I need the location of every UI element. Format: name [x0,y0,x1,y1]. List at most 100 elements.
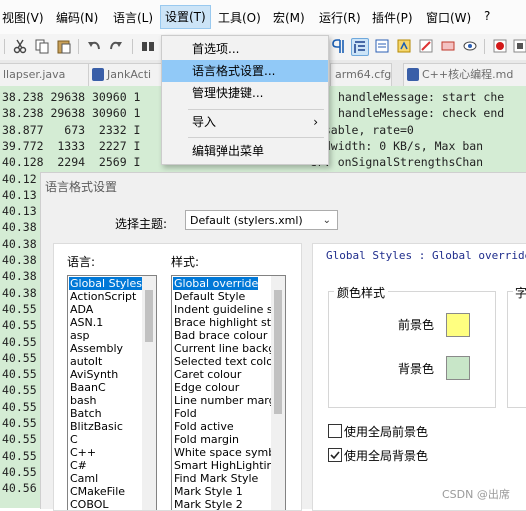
redo-icon[interactable] [108,38,124,54]
language-list-item[interactable]: Caml [69,472,98,485]
style-list-item[interactable]: Global override [173,277,259,290]
language-list-item[interactable]: ADA [69,303,93,316]
style-list-item[interactable]: White space symbo [173,446,282,459]
color-style-title: 颜色样式 [334,284,389,301]
language-list-item[interactable]: COBOL [69,498,108,510]
use-global-bg-label: 使用全局背景色 [344,449,429,463]
background-color-label: 背景色 [398,362,435,376]
language-list-item[interactable]: autoIt [69,355,102,368]
style-list-item[interactable]: Selected text colou [173,355,280,368]
eye-icon[interactable] [462,38,478,54]
use-global-fg-label: 使用全局前景色 [344,425,429,439]
show-symbol-icon[interactable] [330,38,346,54]
language-list-item[interactable]: C [69,433,78,446]
tab-file[interactable]: arm64.cfg [330,63,392,86]
style-list-item[interactable]: Fold [173,407,197,420]
copy-icon[interactable] [34,38,50,54]
menu-item-import[interactable]: 导入 › [162,111,328,133]
indent-guide-icon[interactable] [351,38,369,56]
style-list-item[interactable]: Indent guideline sty [173,303,283,316]
menu-view[interactable]: 视图(V) [2,9,44,26]
style-list-item[interactable]: Edge colour [173,381,239,394]
menu-item-shortcut-mapper[interactable]: 管理快捷键... [162,82,328,104]
language-list-item[interactable]: Batch [69,407,102,420]
editor-line-tail: andwidth: 0 KB/s, Max ban [310,138,484,153]
editor-line-tail: er: onSignalStrengthsChan [310,155,484,170]
style-list-item[interactable]: Brace highlight style [173,316,285,329]
undo-icon[interactable] [86,38,102,54]
language-list-item[interactable]: Global Styles [69,277,142,290]
language-list-item[interactable]: CMakeFile [69,485,125,498]
file-icon [407,68,419,81]
editor-line: 40.55 [2,464,37,479]
editor-line: 38.877 673 2332 I [2,122,141,137]
style-caption: Global Styles : Global override [326,249,526,262]
language-list-item[interactable]: ActionScript [69,290,136,303]
language-list-item[interactable]: bash [69,394,96,407]
menu-plugins[interactable]: 插件(P) [372,9,413,26]
menu-settings[interactable]: 设置(T) [160,5,211,29]
use-global-bg-checkbox[interactable] [328,448,342,462]
tab-label: C++核心编程.md [422,68,514,81]
menu-encoding[interactable]: 编码(N) [56,9,98,26]
language-list-item[interactable]: AviSynth [69,368,118,381]
style-list[interactable]: Global override Default Style Indent guide… [171,275,286,510]
style-list-item[interactable]: Find Mark Style [173,472,258,485]
editor-line: 40.38 [2,285,37,300]
menu-run[interactable]: 运行(R) [319,9,361,26]
language-list-item[interactable]: BaanC [69,381,106,394]
style-list-item[interactable]: Smart HighLighting [173,459,281,472]
menu-language[interactable]: 语言(L) [113,9,153,26]
style-scrollbar[interactable] [271,276,285,510]
style-list-item[interactable]: Bad brace colour [173,329,267,342]
tab-file[interactable]: C++核心编程.md [403,63,526,86]
style-list-item[interactable]: Mark Style 2 [173,498,243,510]
menu-window[interactable]: 窗口(W) [426,9,471,26]
use-global-fg-checkbox[interactable] [328,424,342,438]
tab-label: llapser.java [3,68,66,81]
function-list-icon[interactable] [396,38,412,54]
language-list-item[interactable]: C# [69,459,87,472]
language-list-item[interactable]: Assembly [69,342,123,355]
menu-macro[interactable]: 宏(M) [273,9,305,26]
background-color-swatch[interactable] [446,356,470,380]
menu-help[interactable]: ? [484,9,490,23]
style-list-item[interactable]: Default Style [173,290,245,303]
folder-workspace-icon[interactable] [418,38,434,54]
record-macro-icon[interactable] [492,38,508,54]
style-list-item[interactable]: Mark Style 1 [173,485,243,498]
editor-line: 40.55 [2,301,37,316]
scrollbar-thumb[interactable] [274,290,282,414]
find-icon[interactable] [140,38,156,54]
watermark: CSDN @出席 [442,488,510,501]
style-list-item[interactable]: Current line backgr [173,342,280,355]
style-list-item[interactable]: Line number margin [173,394,285,407]
scrollbar-thumb[interactable] [145,290,153,342]
foreground-color-swatch[interactable] [446,313,470,337]
menu-item-style-configurator[interactable]: 语言格式设置... [162,60,328,82]
menu-item-preferences[interactable]: 首选项... [162,38,328,60]
language-list-item[interactable]: C++ [69,446,96,459]
cut-icon[interactable] [12,38,28,54]
document-map-icon[interactable] [374,38,390,54]
style-list-item[interactable]: Fold active [173,420,234,433]
theme-select[interactable]: Default (stylers.xml) ⌄ [185,210,338,230]
editor-line: 40.55 [2,318,37,333]
style-configurator-dialog: 语言格式设置 选择主题: Default (stylers.xml) ⌄ 语言:… [40,172,526,511]
language-list[interactable]: Global Styles ActionScript ADA ASN.1 asp Asse… [67,275,157,510]
stop-macro-icon[interactable] [512,38,526,54]
tab-file[interactable]: JankActi [88,63,164,86]
menu-item-edit-popup-menu[interactable]: 编辑弹出菜单 [162,140,328,162]
editor-line: 40.55 [2,334,37,349]
language-list-item[interactable]: ASN.1 [69,316,103,329]
language-list-item[interactable]: BlitzBasic [69,420,123,433]
paste-icon[interactable] [56,38,72,54]
tab-file[interactable]: llapser.java [0,63,94,86]
language-scrollbar[interactable] [142,276,156,510]
style-label: 样式: [171,255,200,269]
monitor-icon[interactable] [440,38,456,54]
language-list-item[interactable]: asp [69,329,89,342]
style-list-item[interactable]: Caret colour [173,368,241,381]
style-list-item[interactable]: Fold margin [173,433,239,446]
menu-tools[interactable]: 工具(O) [218,9,261,26]
